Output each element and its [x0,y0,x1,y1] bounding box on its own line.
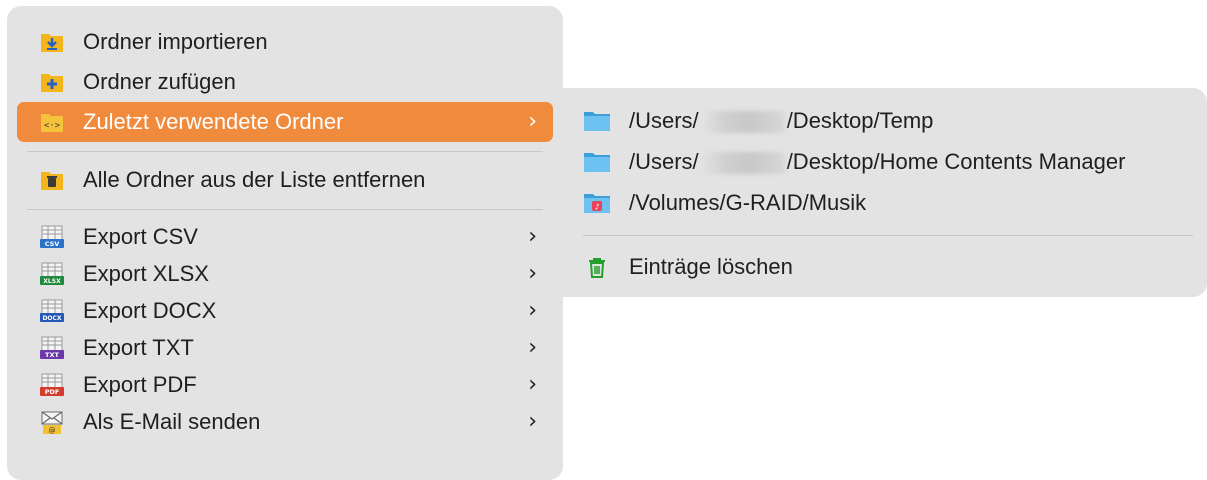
folder-path-prefix: /Users/ [629,108,699,133]
menu-item-label: Ordner zufügen [83,69,236,94]
file-badge: TXT [45,351,59,359]
menu-separator [27,209,543,210]
menu-item-export-txt[interactable]: TXT Export TXT › [17,329,553,366]
menu-item-export-docx[interactable]: DOCX Export DOCX › [17,292,553,329]
chevron-right-icon: › [528,224,537,249]
recent-folder-item[interactable]: /Users/ /Desktop/Temp [571,100,1199,141]
folder-icon [584,111,610,131]
chevron-right-icon: › [528,109,537,134]
folder-path-prefix: /Users/ [629,149,699,174]
menu-item-label: Export TXT [83,335,194,360]
menu-item-remove-all-folders[interactable]: Alle Ordner aus der Liste entfernen [17,160,553,200]
folder-path: /Volumes/G-RAID/Musik [629,190,867,215]
music-folder-icon: ♪ [584,193,610,213]
menu-item-label: Ordner importieren [83,29,268,54]
clear-entries-label: Einträge löschen [629,254,793,279]
menu-item-export-pdf[interactable]: PDF Export PDF › [17,366,553,403]
file-badge: PDF [45,388,60,396]
menu-item-label: Export DOCX [83,298,217,323]
menu-item-send-email[interactable]: @ Als E-Mail senden › [17,403,553,440]
clear-entries-button[interactable]: Einträge löschen [571,246,1199,287]
txt-file-icon: TXT [40,336,64,359]
xlsx-file-icon: XLSX [40,262,64,285]
recent-folder-item[interactable]: /Users/ /Desktop/Home Contents Manager [571,141,1199,182]
trash-icon [589,257,605,278]
file-badge: DOCX [42,315,61,322]
chevron-right-icon: › [528,261,537,286]
folder-path-suffix: /Desktop/Home Contents Manager [786,149,1126,174]
submenu-separator [583,235,1193,236]
folder-path-suffix: /Desktop/Temp [786,108,934,133]
menu-separator [27,151,543,152]
redacted-username [700,111,785,134]
menu-item-label: Als E-Mail senden [83,409,261,434]
chevron-right-icon: › [528,372,537,397]
svg-text:♪: ♪ [594,202,599,211]
menu-item-recent-folders[interactable]: <·> Zuletzt verwendete Ordner › [17,102,553,142]
chevron-right-icon: › [528,335,537,360]
folder-code-icon: <·> [41,114,63,132]
folder-add-icon [41,74,63,92]
menu-item-export-xlsx[interactable]: XLSX Export XLSX › [17,255,553,292]
menu-item-label: Export PDF [83,372,197,397]
menu-item-label: Export CSV [83,224,198,249]
docx-file-icon: DOCX [40,299,64,322]
chevron-right-icon: › [528,409,537,434]
menu-item-label: Zuletzt verwendete Ordner [83,109,344,134]
menu-item-export-csv[interactable]: CSV Export CSV › [17,218,553,255]
menu-item-label: Export XLSX [83,261,209,286]
folder-import-icon [41,34,63,52]
pdf-file-icon: PDF [40,373,64,396]
context-menu: Ordner importieren Ordner zufügen <·> Zu… [7,6,563,480]
file-badge: XLSX [43,278,61,285]
svg-text:@: @ [49,426,56,434]
email-icon: @ [41,411,63,434]
svg-text:<·>: <·> [44,121,61,131]
csv-file-icon: CSV [40,225,64,248]
recent-folders-submenu: /Users/ /Desktop/Temp /Users/ /Desktop/Hom… [563,88,1207,297]
menu-item-add-folder[interactable]: Ordner zufügen [17,62,553,102]
folder-icon [584,152,610,172]
recent-folder-item[interactable]: ♪ /Volumes/G-RAID/Musik [571,182,1199,223]
menu-item-import-folder[interactable]: Ordner importieren [17,22,553,62]
chevron-right-icon: › [528,298,537,323]
redacted-username [700,152,785,175]
file-badge: CSV [45,240,60,248]
menu-item-label: Alle Ordner aus der Liste entfernen [83,167,426,192]
folder-trash-icon [41,172,63,190]
